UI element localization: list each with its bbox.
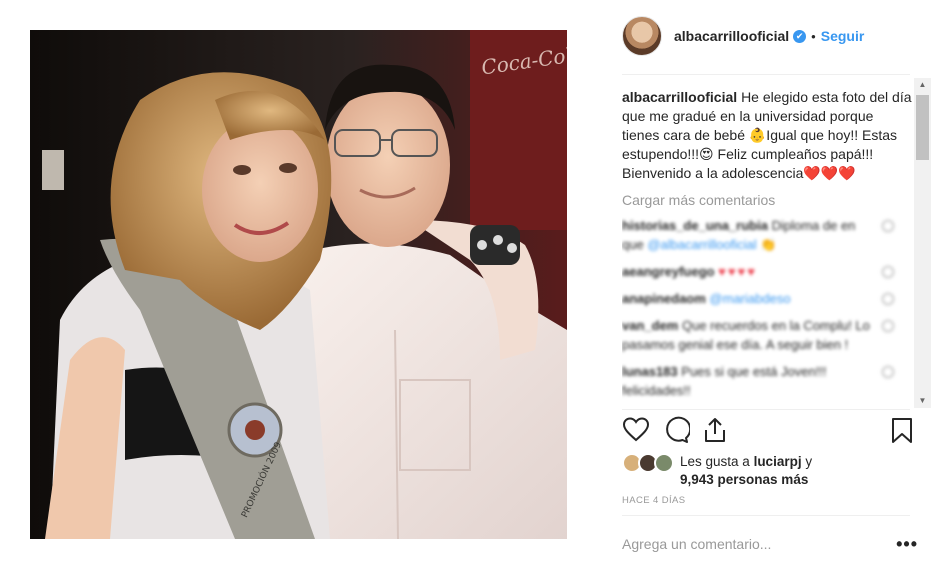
comment-like-icon[interactable] [882,320,894,332]
header-divider [622,74,910,75]
comment-mention[interactable]: @albacarrillooficial [647,237,756,252]
comment-item: van_dem Que recuerdos en la Complu! Lo p… [622,316,912,354]
comment-item: anapinedaom @mariabdeso [622,289,912,308]
comment-tail: 👏 [760,237,777,252]
scroll-down-arrow-icon[interactable]: ▼ [914,394,931,408]
scrollbar-thumb[interactable] [916,95,929,160]
header-separator: • [811,28,816,44]
likes-section: Les gusta a luciarpj y 9,943 personas má… [622,450,912,490]
share-icon[interactable] [701,416,729,446]
follow-button[interactable]: Seguir [821,28,865,44]
load-more-comments-button[interactable]: Cargar más comentarios [622,192,912,208]
likes-text: Les gusta a luciarpj y 9,943 personas má… [680,453,812,489]
comment-like-icon[interactable] [882,220,894,232]
comment-mention[interactable]: @mariabdeso [709,291,790,306]
header-username[interactable]: albacarrillooficial [674,28,789,44]
caption-username[interactable]: albacarrillooficial [622,89,737,105]
post-photo[interactable]: Coca-Cola PROMOCIÓN 2009 [30,30,567,539]
verified-badge-icon: ✔ [793,29,807,43]
comment-like-icon[interactable] [882,293,894,305]
post-timestamp[interactable]: HACE 4 DÍAS [622,495,686,506]
likes-user[interactable]: luciarpj [754,454,802,469]
likes-count[interactable]: 9,943 personas más [680,472,808,487]
avatar[interactable] [622,16,662,56]
more-options-icon[interactable]: ••• [896,534,918,555]
comment-username[interactable]: lunas183 [622,364,678,379]
post-photo-image: Coca-Cola PROMOCIÓN 2009 [30,30,567,539]
post-header: albacarrillooficial ✔ • Seguir [622,16,922,56]
comment-like-icon[interactable] [882,366,894,378]
comment-username[interactable]: van_dem [622,318,678,333]
liker-avatar[interactable] [654,453,674,473]
comment-icon[interactable] [662,416,692,446]
input-divider [622,515,910,516]
scroll-up-arrow-icon[interactable]: ▲ [914,78,931,92]
comment-username[interactable]: aeangreyfuego [622,264,714,279]
comments-section[interactable]: albacarrillooficial He elegido esta foto… [622,78,912,408]
comment-like-icon[interactable] [882,266,894,278]
comment-item: historias_de_una_rubia Diploma de en que… [622,216,912,254]
comment-input[interactable] [622,536,862,552]
comment-username[interactable]: anapinedaom [622,291,706,306]
comment-item: aeangreyfuego ♥♥♥♥ [622,262,912,281]
likes-prefix: Les gusta a [680,454,754,469]
comments-scrollbar[interactable]: ▲ ▼ [914,78,931,408]
comment-item: lunas183 Pues si que está Joven!!! felic… [622,362,912,400]
heart-icon[interactable] [622,416,650,446]
comment-username[interactable]: historias_de_una_rubia [622,218,768,233]
post-caption: albacarrillooficial He elegido esta foto… [622,88,912,183]
likes-suffix: y [801,454,813,469]
actions-divider [622,409,910,410]
bookmark-icon[interactable] [888,416,916,446]
post-actions [622,416,918,446]
comment-hearts: ♥♥♥♥ [718,264,757,279]
add-comment-row: ••• [622,530,918,558]
